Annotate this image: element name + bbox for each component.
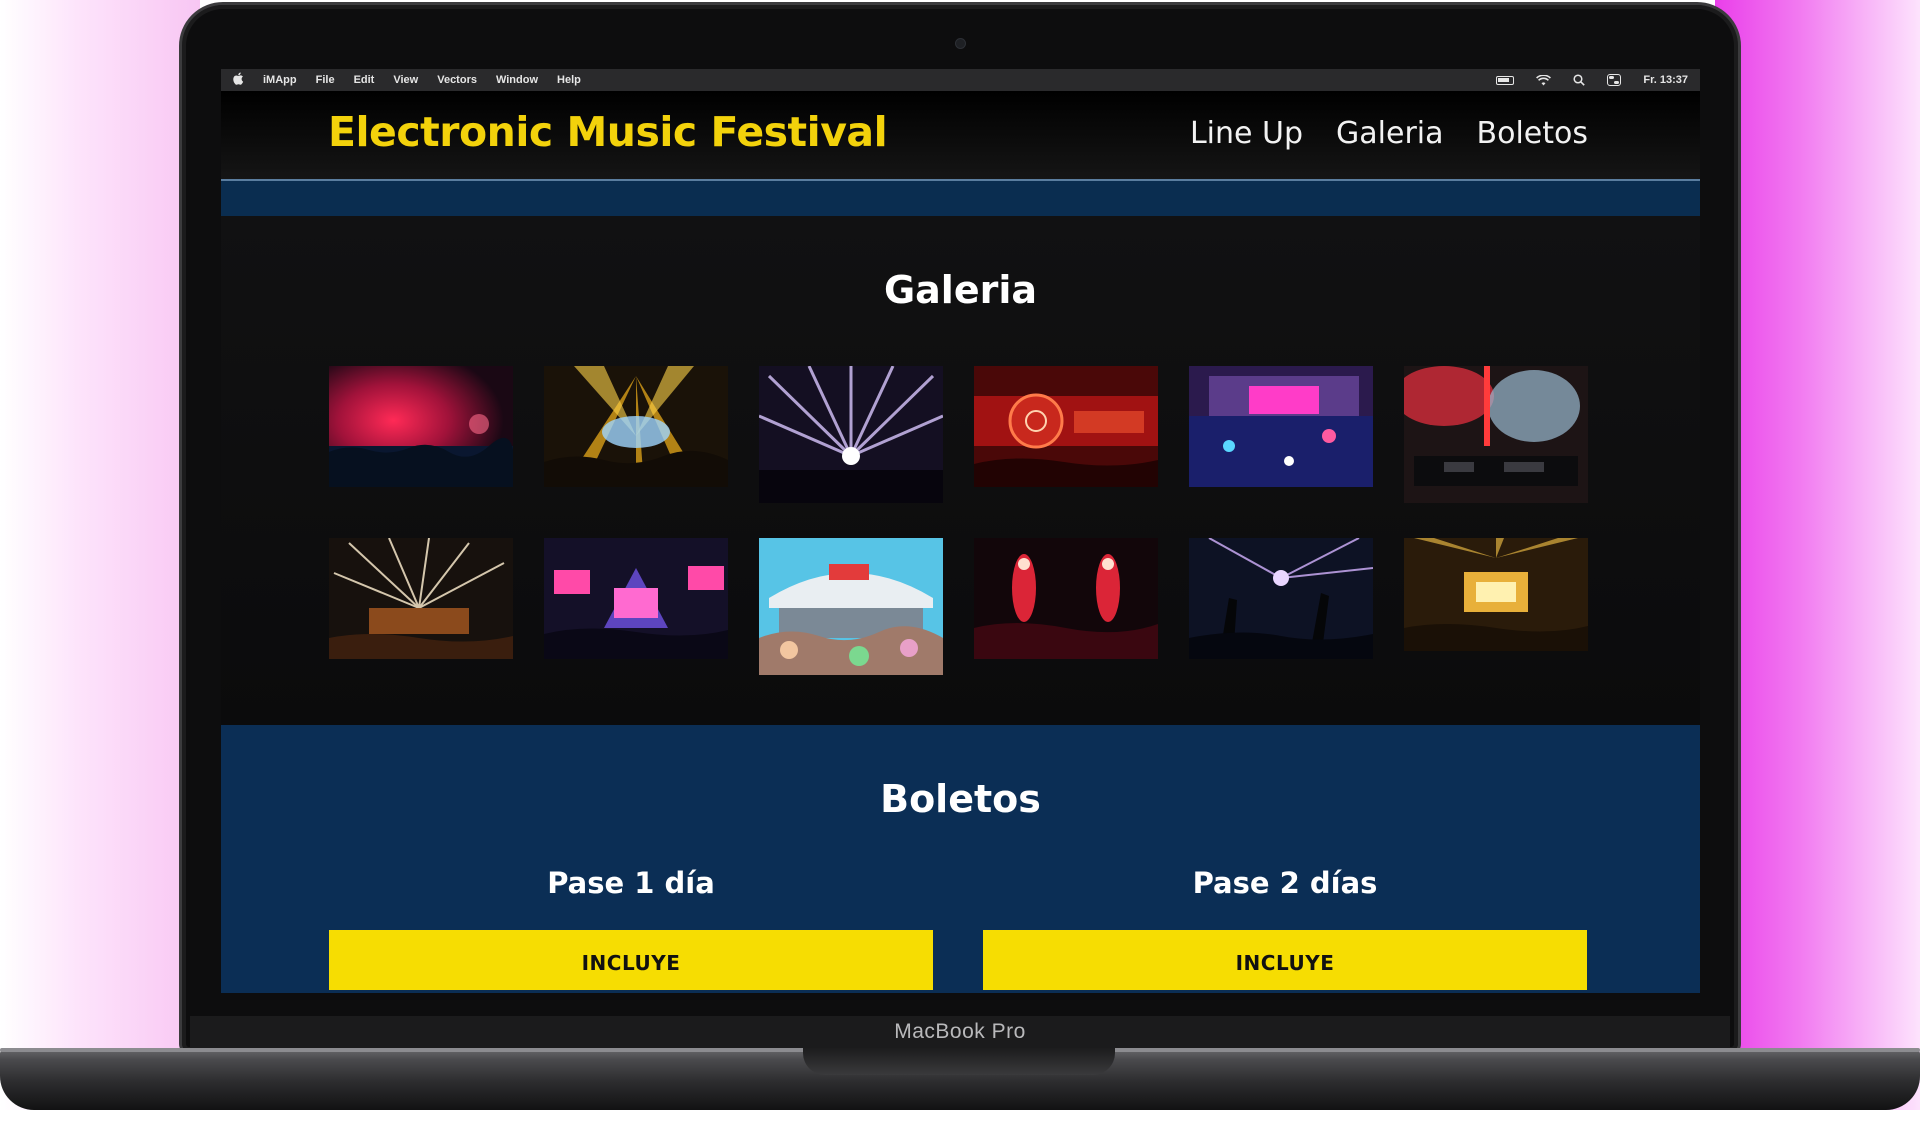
gallery-photo[interactable] bbox=[1404, 366, 1588, 503]
gallery-title: Galeria bbox=[883, 268, 1038, 312]
site-title[interactable]: Electronic Music Festival bbox=[328, 108, 888, 156]
nav-boletos[interactable]: Boletos bbox=[1477, 116, 1588, 151]
background-left bbox=[0, 0, 200, 1110]
gallery-photo[interactable] bbox=[1189, 538, 1373, 659]
nav-line-up[interactable]: Line Up bbox=[1190, 116, 1303, 151]
gallery-photo[interactable] bbox=[974, 366, 1158, 487]
menu-bar: iMApp File Edit View Vectors Window Help… bbox=[221, 69, 1700, 91]
wifi-icon[interactable] bbox=[1536, 74, 1552, 86]
gallery-photo[interactable] bbox=[544, 538, 728, 659]
gallery-photo[interactable] bbox=[544, 366, 728, 487]
laptop-notch bbox=[803, 1048, 1115, 1075]
main-nav: Line Up Galeria Boletos bbox=[1157, 116, 1588, 151]
screen: iMApp File Edit View Vectors Window Help… bbox=[221, 69, 1700, 993]
background-right bbox=[1715, 0, 1920, 1110]
hero-band bbox=[221, 179, 1700, 216]
pass-2-days-title: Pase 2 días bbox=[1192, 866, 1378, 900]
tickets-title: Boletos bbox=[880, 777, 1041, 821]
battery-icon[interactable] bbox=[1496, 75, 1515, 85]
pass-1-day-title: Pase 1 día bbox=[547, 866, 715, 900]
menu-edit[interactable]: Edit bbox=[354, 74, 375, 86]
nav-galeria[interactable]: Galeria bbox=[1336, 116, 1443, 151]
gallery-photo[interactable] bbox=[759, 538, 943, 675]
menu-view[interactable]: View bbox=[393, 74, 418, 86]
menu-file[interactable]: File bbox=[316, 74, 335, 86]
menu-vectors[interactable]: Vectors bbox=[437, 74, 477, 86]
site-header: Electronic Music Festival Line Up Galeri… bbox=[221, 91, 1700, 179]
apple-icon[interactable] bbox=[233, 72, 244, 88]
menu-help[interactable]: Help bbox=[557, 74, 581, 86]
gallery-photo[interactable] bbox=[1404, 538, 1588, 651]
gallery-photo[interactable] bbox=[329, 538, 513, 659]
pass-1-day-includes-button[interactable]: INCLUYE bbox=[329, 930, 933, 990]
search-icon[interactable] bbox=[1573, 74, 1586, 86]
gallery-photo[interactable] bbox=[329, 366, 513, 487]
menu-window[interactable]: Window bbox=[496, 74, 538, 86]
tickets-section: Boletos Pase 1 día Pase 2 días INCLUYE I… bbox=[221, 725, 1700, 993]
gallery-photo[interactable] bbox=[974, 538, 1158, 659]
pass-2-days-includes-button[interactable]: INCLUYE bbox=[983, 930, 1587, 990]
control-center-icon[interactable] bbox=[1607, 74, 1622, 86]
menu-clock[interactable]: Fr. 13:37 bbox=[1643, 74, 1688, 86]
gallery-photo[interactable] bbox=[759, 366, 943, 503]
gallery-section: Galeria bbox=[221, 216, 1700, 725]
device-label: MacBook Pro bbox=[894, 1020, 1026, 1043]
menu-app-name[interactable]: iMApp bbox=[263, 74, 297, 86]
camera bbox=[955, 38, 966, 49]
gallery-photo[interactable] bbox=[1189, 366, 1373, 487]
